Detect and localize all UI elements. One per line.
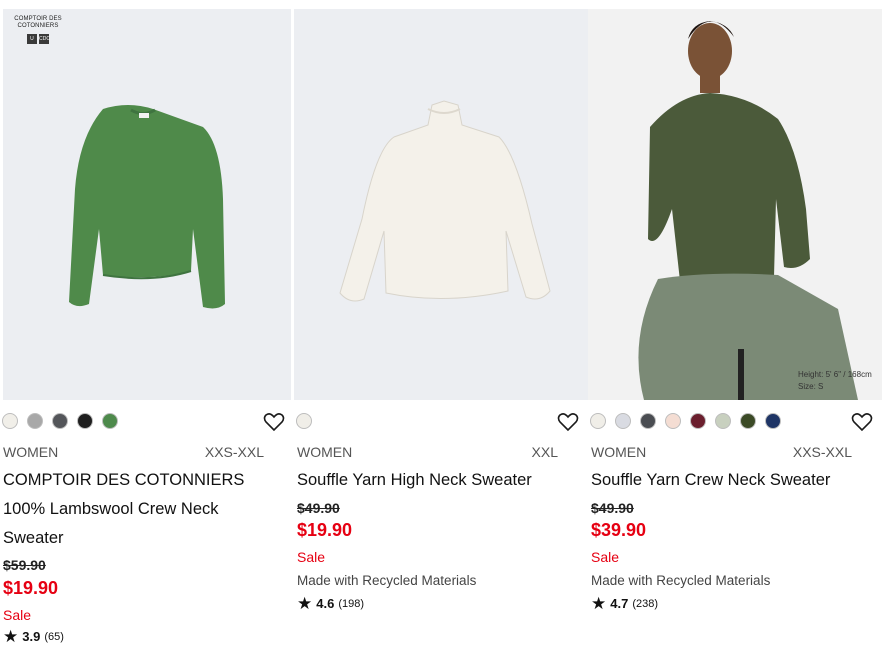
- favorite-heart-icon[interactable]: [851, 412, 873, 432]
- product-meta: WOMEN XXL: [297, 444, 558, 460]
- color-swatch[interactable]: [296, 413, 312, 429]
- star-icon: ★: [591, 593, 607, 613]
- color-swatch[interactable]: [615, 413, 631, 429]
- sale-label: Sale: [591, 549, 620, 565]
- product-title[interactable]: Souffle Yarn Crew Neck Sweater: [591, 466, 859, 495]
- favorite-heart-icon[interactable]: [263, 412, 285, 432]
- rating: ★ 4.6 (198): [297, 593, 365, 613]
- rating-score: 4.6: [316, 596, 335, 611]
- gender-label: WOMEN: [591, 444, 647, 460]
- color-swatches: [590, 413, 781, 429]
- size-range: XXL: [531, 444, 558, 460]
- gender-label: WOMEN: [3, 444, 59, 460]
- original-price: $49.90: [591, 500, 634, 516]
- star-icon: ★: [3, 626, 19, 646]
- brand-logo: COMPTOIR DES COTONNIERS U CDC: [11, 16, 65, 44]
- sale-label: Sale: [3, 607, 32, 623]
- model-info: Height: 5' 6" / 168cm Size: S: [798, 369, 872, 393]
- color-swatch[interactable]: [2, 413, 18, 429]
- brand-logo-line: COTONNIERS: [17, 23, 59, 29]
- review-count: (238): [632, 597, 659, 610]
- rating: ★ 4.7 (238): [591, 593, 659, 613]
- model-wearing-sweater-image: [638, 21, 858, 400]
- color-swatch[interactable]: [27, 413, 43, 429]
- model-size: Size: S: [798, 382, 824, 391]
- color-swatch[interactable]: [715, 413, 731, 429]
- color-swatch[interactable]: [765, 413, 781, 429]
- color-swatch[interactable]: [690, 413, 706, 429]
- product-card[interactable]: Height: 5' 6" / 168cm Size: S WOMEN XXS-…: [588, 0, 882, 666]
- gender-label: WOMEN: [297, 444, 353, 460]
- original-price: $59.90: [3, 557, 46, 573]
- rating: ★ 3.9 (65): [3, 626, 64, 646]
- sale-price: $19.90: [3, 578, 59, 598]
- title-line: COMPTOIR DES COTONNIERS: [3, 471, 245, 489]
- color-swatch[interactable]: [590, 413, 606, 429]
- product-card[interactable]: COMPTOIR DES COTONNIERS U CDC WOMEN XXS-…: [0, 0, 294, 666]
- product-image[interactable]: Height: 5' 6" / 168cm Size: S: [588, 9, 882, 400]
- size-range: XXS-XXL: [204, 444, 264, 460]
- product-card[interactable]: WOMEN XXL Souffle Yarn High Neck Sweater…: [294, 0, 588, 666]
- color-swatch[interactable]: [102, 413, 118, 429]
- white-high-neck-sweater-image: [339, 100, 551, 302]
- sale-price: $19.90: [297, 520, 353, 540]
- model-height: Height: 5' 6" / 168cm: [798, 370, 872, 379]
- review-count: (198): [338, 597, 365, 610]
- title-line: 100% Lambswool Crew Neck: [3, 500, 219, 518]
- color-swatch[interactable]: [665, 413, 681, 429]
- green-sweater-image: [69, 105, 225, 309]
- product-grid: COMPTOIR DES COTONNIERS U CDC WOMEN XXS-…: [0, 0, 888, 666]
- brand-square: U: [27, 34, 37, 44]
- review-count: (65): [44, 630, 64, 643]
- title-line: Sweater: [3, 529, 64, 547]
- star-icon: ★: [297, 593, 313, 613]
- original-price: $49.90: [297, 500, 340, 516]
- favorite-heart-icon[interactable]: [557, 412, 579, 432]
- sale-label: Sale: [297, 549, 326, 565]
- color-swatch[interactable]: [640, 413, 656, 429]
- product-meta: WOMEN XXS-XXL: [3, 444, 264, 460]
- rating-score: 3.9: [22, 629, 41, 644]
- color-swatches: [2, 413, 118, 429]
- color-swatch[interactable]: [52, 413, 68, 429]
- recycled-materials-label: Made with Recycled Materials: [297, 573, 477, 588]
- product-meta: WOMEN XXS-XXL: [591, 444, 852, 460]
- sale-price: $39.90: [591, 520, 647, 540]
- product-title[interactable]: COMPTOIR DES COTONNIERS 100% Lambswool C…: [3, 466, 271, 553]
- brand-logo-line: COMPTOIR DES: [14, 16, 62, 22]
- brand-square: CDC: [39, 34, 51, 44]
- color-swatches: [296, 413, 312, 429]
- size-range: XXS-XXL: [792, 444, 852, 460]
- color-swatch[interactable]: [77, 413, 93, 429]
- rating-score: 4.7: [610, 596, 629, 611]
- product-title[interactable]: Souffle Yarn High Neck Sweater: [297, 466, 565, 495]
- recycled-materials-label: Made with Recycled Materials: [591, 573, 771, 588]
- product-image[interactable]: COMPTOIR DES COTONNIERS U CDC: [3, 9, 291, 400]
- color-swatch[interactable]: [740, 413, 756, 429]
- product-image[interactable]: [294, 9, 588, 400]
